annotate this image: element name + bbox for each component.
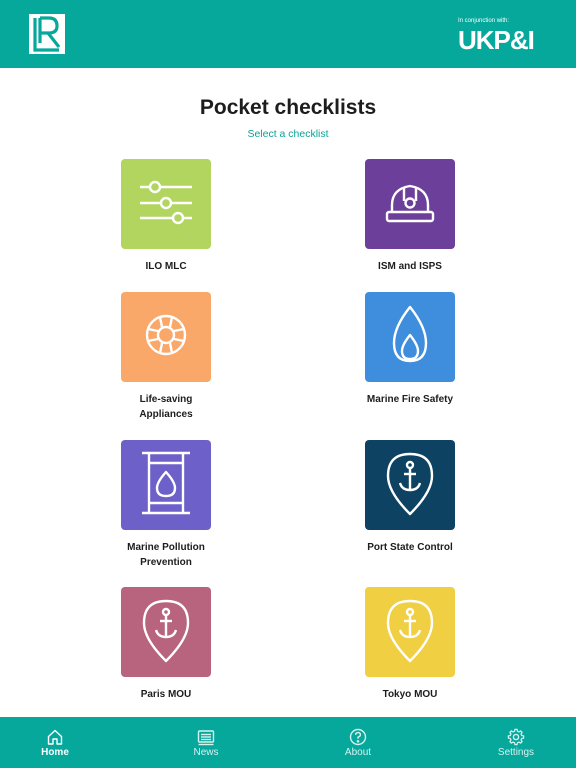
lifebuoy-icon <box>136 305 196 370</box>
tile-icon-box <box>365 159 455 249</box>
tab-label: Settings <box>497 747 535 758</box>
checklist-marine-fire-safety[interactable]: Marine Fire Safety <box>335 292 485 407</box>
checklist-tokyo-mou[interactable]: Tokyo MOU <box>335 587 485 702</box>
tab-label: News <box>193 747 219 758</box>
oil-barrel-icon <box>136 448 196 523</box>
tab-news[interactable]: News <box>151 717 261 768</box>
partner-name: UKP&I <box>458 25 535 55</box>
tab-home[interactable]: Home <box>0 717 110 768</box>
flame-icon <box>380 303 440 372</box>
checklist-label: Tokyo MOU <box>382 689 438 700</box>
checklist-port-state-control[interactable]: Port State Control <box>335 440 485 555</box>
tile-icon-box <box>121 159 211 249</box>
lr-logo <box>29 14 65 54</box>
anchor-pin-icon <box>380 595 440 670</box>
tile-icon-box <box>365 292 455 382</box>
gear-icon <box>507 728 525 746</box>
checklist-label: ILO MLC <box>145 261 187 272</box>
tile-icon-box <box>121 587 211 677</box>
question-icon <box>349 728 367 746</box>
tab-settings[interactable]: Settings <box>461 717 571 768</box>
home-icon <box>46 728 64 746</box>
page-title: Pocket checklists <box>199 96 377 119</box>
tab-about[interactable]: About <box>303 717 413 768</box>
partner-caption: In conjunction with: <box>458 18 510 24</box>
tile-icon-box <box>121 292 211 382</box>
sliders-icon <box>136 172 196 237</box>
checklist-label: Port State Control <box>367 542 453 553</box>
anchor-pin-icon <box>380 448 440 523</box>
page-subtitle: Select a checklist <box>247 128 329 140</box>
checklist-label: Marine Fire Safety <box>366 394 454 405</box>
hard-hat-icon <box>380 172 440 237</box>
tile-icon-box <box>121 440 211 530</box>
checklist-ilo-mlc[interactable]: ILO MLC <box>91 159 241 274</box>
tile-icon-box <box>365 587 455 677</box>
tab-bar: Home News About Settings <box>0 717 576 768</box>
checklist-life-saving-appliances[interactable]: Life-saving Appliances <box>91 292 241 422</box>
checklist-paris-mou[interactable]: Paris MOU <box>91 587 241 702</box>
checklist-ism-isps[interactable]: ISM and ISPS <box>335 159 485 274</box>
app-header: In conjunction with: UKP&I <box>0 0 576 68</box>
partner-logo: In conjunction with: UKP&I <box>458 18 548 58</box>
checklist-marine-pollution-prevention[interactable]: Marine Pollution Prevention <box>91 440 241 570</box>
checklist-label: Marine Pollution Prevention <box>127 542 205 568</box>
checklist-label: Life-saving Appliances <box>139 394 193 420</box>
news-icon <box>197 728 215 746</box>
checklist-label: Paris MOU <box>140 689 192 700</box>
anchor-pin-icon <box>136 595 196 670</box>
tab-label: About <box>344 747 372 758</box>
checklist-label: ISM and ISPS <box>378 261 442 272</box>
tab-label: Home <box>41 747 69 758</box>
tile-icon-box <box>365 440 455 530</box>
